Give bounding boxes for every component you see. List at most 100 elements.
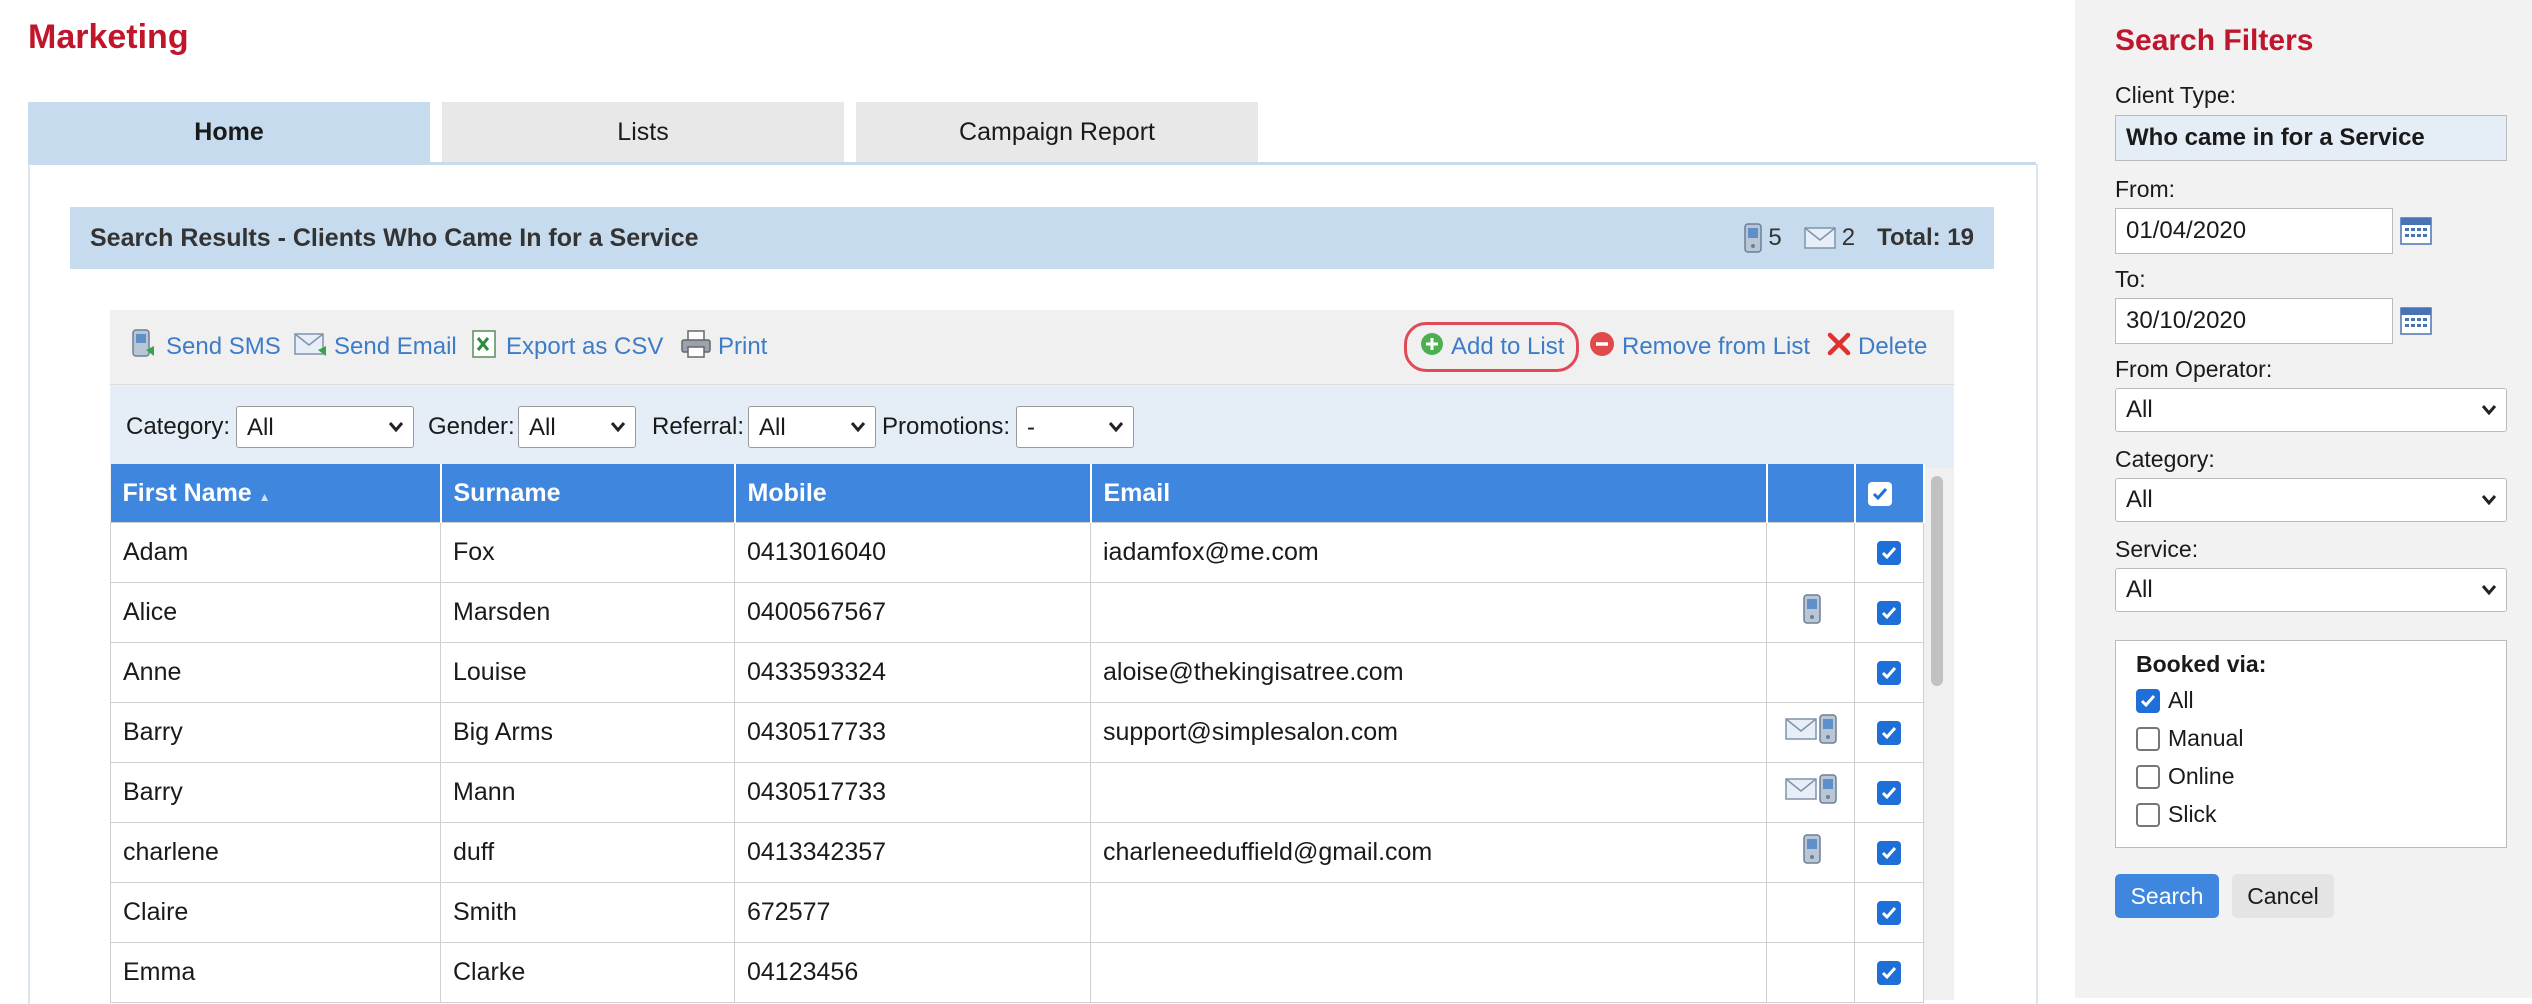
booked-via-all-checkbox[interactable]: All [2136, 687, 2194, 714]
delete-button[interactable]: Delete [1826, 310, 1927, 384]
unchecked-box-icon [2136, 802, 2160, 827]
unchecked-box-icon [2136, 726, 2160, 751]
table-row[interactable]: Adam Fox 0413016040 iadamfox@me.com [110, 522, 1924, 583]
column-header-surname[interactable]: Surname [440, 464, 736, 523]
row-select-checkbox[interactable] [1854, 882, 1924, 943]
cell-email: aloise@thekingisatree.com [1090, 642, 1767, 703]
checkmark-icon [1867, 481, 1892, 506]
printer-icon [680, 329, 718, 366]
table-row[interactable]: Anne Louise 0433593324 aloise@thekingisatre… [110, 642, 1924, 703]
scrollbar-thumb[interactable] [1931, 476, 1943, 686]
row-select-checkbox[interactable] [1854, 582, 1924, 643]
search-button[interactable]: Search [2115, 874, 2219, 918]
row-select-checkbox[interactable] [1854, 942, 1924, 1003]
chevron-down-icon [849, 407, 867, 461]
table-row[interactable]: Claire Smith 672577 [110, 882, 1924, 943]
row-select-checkbox[interactable] [1854, 762, 1924, 823]
checkmark-icon [1877, 781, 1901, 806]
from-operator-label: From Operator: [2115, 356, 2273, 382]
cell-contact-icons [1766, 642, 1855, 703]
remove-from-list-button[interactable]: Remove from List [1588, 310, 1810, 384]
send-email-label: Send Email [334, 333, 457, 360]
row-select-checkbox[interactable] [1854, 642, 1924, 703]
first-name-header-label: First Name [122, 478, 252, 507]
booked-via-slick-checkbox[interactable]: Slick [2136, 801, 2217, 828]
chevron-down-icon [2480, 569, 2498, 625]
calendar-icon[interactable] [2400, 215, 2432, 250]
tab-campaign-report[interactable]: Campaign Report [856, 102, 1258, 162]
cell-contact-icons [1766, 762, 1855, 823]
table-row[interactable]: Alice Marsden 0400567567 [110, 582, 1924, 643]
column-header-first-name[interactable]: First Name ▲ [110, 464, 442, 523]
chevron-down-icon [2480, 479, 2498, 535]
main-content: Marketing Home Lists Campaign Report Sea… [0, 0, 2075, 1004]
cell-contact-icons [1766, 702, 1855, 763]
remove-from-list-label: Remove from List [1622, 333, 1811, 360]
from-date-input[interactable]: 01/04/2020 [2115, 208, 2393, 254]
referral-filter-label: Referral: [652, 413, 745, 440]
cell-contact-icons [1766, 882, 1855, 943]
column-header-mobile[interactable]: Mobile [734, 464, 1092, 523]
cell-contact-icons [1766, 822, 1855, 883]
print-button[interactable]: Print [680, 310, 767, 384]
sidebar-category-select[interactable]: All [2115, 478, 2507, 522]
sms-count: 5 [1768, 224, 1782, 251]
booked-via-online-checkbox[interactable]: Online [2136, 763, 2234, 790]
send-email-button[interactable]: Send Email [294, 310, 457, 384]
send-sms-button[interactable]: Send SMS [130, 310, 281, 384]
service-label: Service: [2115, 536, 2199, 562]
table-scrollbar[interactable] [1928, 470, 1946, 1000]
cell-first-name: Barry [110, 702, 441, 763]
booked-via-manual-label: Manual [2168, 725, 2244, 751]
table-row[interactable]: charlene duff 0413342357 charleneeduffield@… [110, 822, 1924, 883]
column-header-email[interactable]: Email [1090, 464, 1768, 523]
cell-first-name: Barry [110, 762, 441, 823]
to-date-input[interactable]: 30/10/2020 [2115, 298, 2393, 344]
cell-surname: Big Arms [440, 702, 735, 763]
action-toolbar: Send SMS Send Email Export as CSV Print … [110, 310, 1954, 385]
column-header-contact-icons [1766, 464, 1856, 523]
row-select-checkbox[interactable] [1854, 522, 1924, 583]
table-row[interactable]: Emma Clarke 04123456 [110, 942, 1924, 1003]
table-row[interactable]: Barry Mann 0430517733 [110, 762, 1924, 823]
add-to-list-button[interactable]: Add to List [1404, 322, 1580, 372]
from-operator-select[interactable]: All [2115, 388, 2507, 432]
select-all-checkbox[interactable] [1854, 464, 1925, 523]
category-filter-select[interactable]: All [236, 406, 414, 448]
referral-filter-select[interactable]: All [748, 406, 876, 448]
cell-surname: Clarke [440, 942, 735, 1003]
client-type-field[interactable]: Who came in for a Service [2115, 115, 2507, 161]
results-counts: 5 2 Total: 19 [1744, 207, 1974, 269]
promotions-filter-label: Promotions: [882, 413, 1011, 440]
cell-mobile: 0430517733 [734, 702, 1091, 763]
cell-first-name: Claire [110, 882, 441, 943]
email-count: 2 [1841, 224, 1856, 251]
email-send-icon [294, 330, 334, 365]
row-select-checkbox[interactable] [1854, 702, 1924, 763]
table-row[interactable]: Barry Big Arms 0430517733 support@simplesal… [110, 702, 1924, 763]
checkmark-icon [1877, 541, 1901, 566]
mobile-phone-icon [1802, 594, 1821, 631]
booked-via-manual-checkbox[interactable]: Manual [2136, 725, 2243, 752]
table-header-row: First Name ▲ Surname Mobile Email [110, 464, 1925, 523]
cell-first-name: charlene [110, 822, 441, 883]
tab-lists[interactable]: Lists [442, 102, 844, 162]
calendar-icon[interactable] [2400, 305, 2432, 340]
cell-first-name: Anne [110, 642, 441, 703]
envelope-icon [1803, 227, 1836, 249]
checkmark-icon [1877, 901, 1901, 926]
booked-via-slick-label: Slick [2168, 801, 2217, 827]
promotions-filter-select[interactable]: - [1016, 406, 1134, 448]
clients-table: First Name ▲ Surname Mobile Email Adam Fo… [110, 464, 1925, 1003]
row-select-checkbox[interactable] [1854, 822, 1924, 883]
export-csv-button[interactable]: Export as CSV [470, 310, 663, 384]
mobile-phone-icon [1802, 834, 1821, 871]
tab-home[interactable]: Home [28, 102, 430, 164]
results-title: Search Results - Clients Who Came In for… [90, 224, 699, 252]
gender-filter-select[interactable]: All [518, 406, 636, 448]
search-filters-sidebar: Search Filters Client Type: Who came in … [2075, 0, 2532, 998]
service-select[interactable]: All [2115, 568, 2507, 612]
cell-surname: Mann [440, 762, 735, 823]
cancel-button[interactable]: Cancel [2232, 874, 2334, 918]
cell-email [1090, 762, 1767, 823]
